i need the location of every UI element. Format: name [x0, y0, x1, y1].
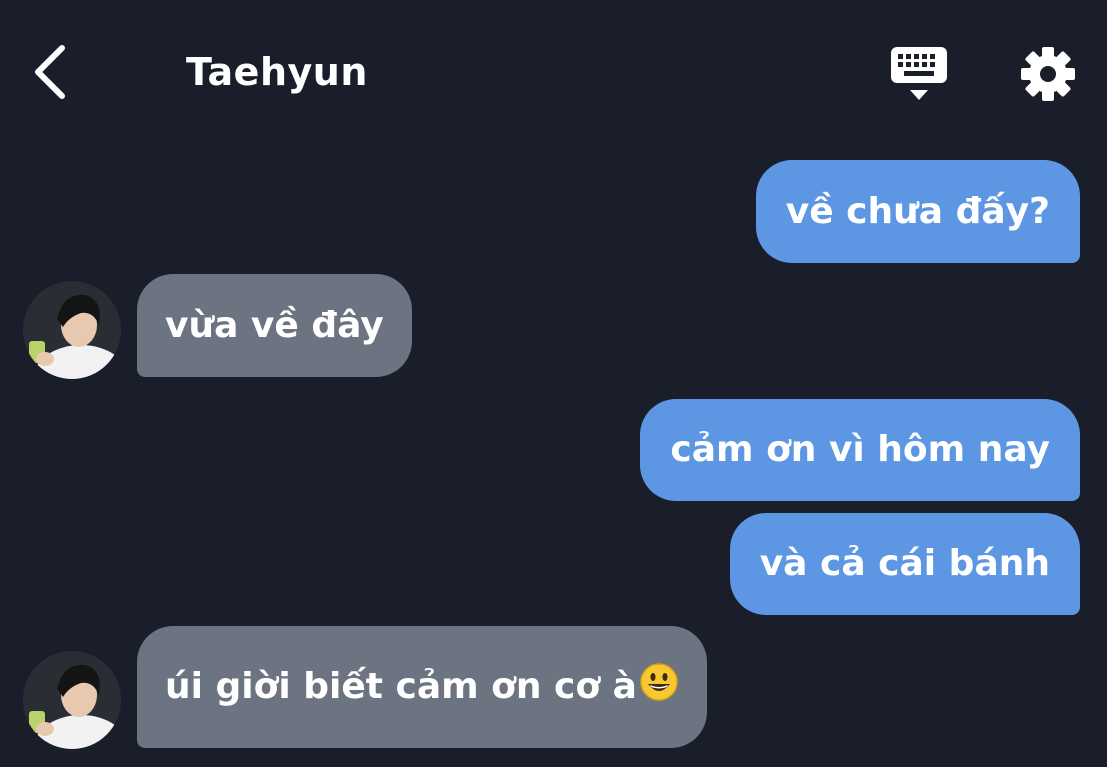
message-outgoing[interactable]: về chưa đấy? — [755, 160, 1080, 263]
contact-name: Taehyun — [186, 50, 368, 94]
smiling-face-icon — [639, 630, 679, 752]
settings-button[interactable] — [1018, 44, 1078, 104]
avatar[interactable] — [23, 651, 121, 749]
message-text: cảm ơn vì hôm nay — [670, 429, 1050, 470]
gear-icon — [1021, 47, 1075, 101]
message-text: úi giời biết cảm ơn cơ à — [165, 666, 637, 707]
message-text: về chưa đấy? — [785, 191, 1050, 232]
chat-header: Taehyun — [0, 0, 1107, 140]
message-text: vừa về đây — [165, 305, 384, 346]
message-text: và cả cái bánh — [759, 543, 1050, 584]
keyboard-button[interactable] — [888, 44, 950, 104]
message-outgoing[interactable]: cảm ơn vì hôm nay — [640, 399, 1080, 501]
message-outgoing[interactable]: và cả cái bánh — [729, 513, 1080, 615]
keyboard-icon — [891, 47, 947, 100]
message-incoming[interactable]: úi giời biết cảm ơn cơ à — [137, 626, 707, 748]
back-button[interactable] — [26, 40, 80, 104]
avatar[interactable] — [23, 281, 121, 379]
message-incoming[interactable]: vừa về đây — [137, 274, 412, 377]
chevron-left-icon — [35, 45, 65, 99]
